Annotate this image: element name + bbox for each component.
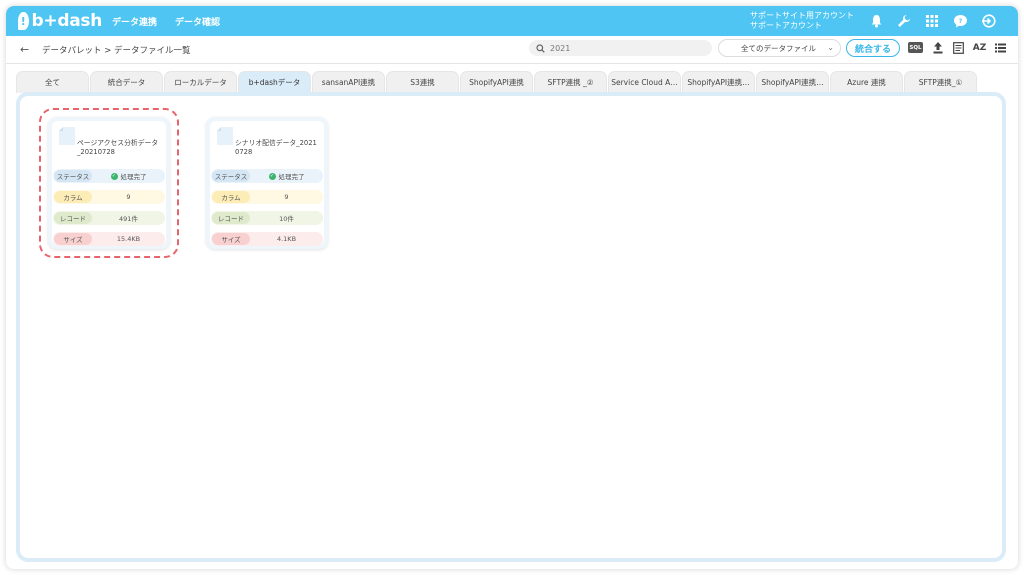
account-info[interactable]: サポートサイト用アカウント サポートアカウント bbox=[750, 11, 854, 31]
tab-azure[interactable]: Azure 連携 bbox=[830, 71, 903, 93]
file-size-row: サイズ 15.4KB bbox=[53, 232, 165, 246]
columns-value: 9 bbox=[126, 193, 131, 201]
file-size-row: サイズ 4.1KB bbox=[211, 232, 323, 246]
file-card[interactable]: ページアクセス分析データ_20210728 ステータス ✓ 処理完了 カラム 9 … bbox=[48, 117, 170, 249]
file-card-title: シナリオ配信データ_20210728 bbox=[235, 139, 317, 156]
apps-grid-icon[interactable] bbox=[924, 13, 940, 29]
search-box[interactable] bbox=[529, 40, 712, 56]
size-label: サイズ bbox=[212, 233, 250, 245]
status-label: ステータス bbox=[212, 170, 250, 182]
file-filter-value: 全てのデータファイル bbox=[741, 43, 816, 53]
support-chat-icon[interactable]: ? bbox=[952, 13, 968, 29]
document-icon bbox=[217, 127, 233, 145]
nav-data-integration[interactable]: データ連携 bbox=[112, 15, 157, 28]
file-card[interactable]: シナリオ配信データ_20210728 ステータス ✓ 処理完了 カラム 9 レコー… bbox=[206, 117, 328, 249]
tab-shopify-api-3[interactable]: ShopifyAPI連携… bbox=[756, 71, 829, 93]
size-value: 15.4KB bbox=[116, 235, 141, 243]
upload-icon[interactable] bbox=[931, 41, 944, 54]
account-user: サポートアカウント bbox=[750, 21, 822, 30]
tab-shopify-api[interactable]: ShopifyAPI連携 bbox=[460, 71, 533, 93]
logout-icon[interactable] bbox=[980, 13, 996, 29]
status-value: ✓ 処理完了 bbox=[250, 171, 323, 181]
file-columns-row: カラム 9 bbox=[53, 190, 165, 204]
tab-sansan-api[interactable]: sansanAPI連携 bbox=[312, 71, 385, 93]
file-card-body: シナリオ配信データ_20210728 bbox=[210, 121, 324, 245]
tab-all[interactable]: 全て bbox=[16, 71, 89, 93]
size-label: サイズ bbox=[54, 233, 92, 245]
file-list-panel: ページアクセス分析データ_20210728 ステータス ✓ 処理完了 カラム 9 … bbox=[16, 92, 1006, 562]
svg-text:?: ? bbox=[958, 18, 962, 25]
search-icon bbox=[536, 43, 545, 53]
status-text: 処理完了 bbox=[120, 173, 147, 181]
file-filter-select[interactable]: 全てのデータファイル ⌄ bbox=[718, 39, 841, 57]
app-window: ! b+dash データ連携 データ確認 サポートサイト用アカウント サポートア… bbox=[6, 6, 1018, 569]
account-name: サポートサイト用アカウント bbox=[750, 11, 854, 20]
tab-s3[interactable]: S3連携 bbox=[386, 71, 459, 93]
tab-sftp-2[interactable]: SFTP連携 _② bbox=[534, 71, 607, 93]
list-view-icon[interactable] bbox=[994, 41, 1007, 54]
logo-icon: ! bbox=[18, 12, 29, 30]
columns-value: 9 bbox=[284, 193, 289, 201]
document-list-icon[interactable] bbox=[952, 41, 965, 54]
file-card-body: ページアクセス分析データ_20210728 bbox=[52, 121, 166, 245]
size-value: 4.1KB bbox=[276, 235, 297, 243]
merge-button[interactable]: 統合する bbox=[846, 39, 900, 57]
status-value: ✓ 処理完了 bbox=[92, 171, 165, 181]
nav-data-review[interactable]: データ確認 bbox=[175, 15, 220, 28]
tab-merged-data[interactable]: 統合データ bbox=[90, 71, 163, 93]
file-columns-row: カラム 9 bbox=[211, 190, 323, 204]
tab-sftp-1[interactable]: SFTP連携_① bbox=[904, 71, 977, 93]
header-icons: ? bbox=[868, 13, 996, 29]
main-nav: データ連携 データ確認 bbox=[112, 15, 220, 28]
check-circle-icon: ✓ bbox=[268, 172, 276, 180]
document-icon bbox=[59, 127, 75, 145]
sub-toolbar: ← データパレット > データファイル一覧 全てのデータファイル ⌄ 統合する … bbox=[6, 36, 1018, 64]
sql-icon[interactable]: SQL bbox=[908, 42, 923, 53]
logo-text: b+dash bbox=[31, 11, 103, 31]
logo[interactable]: ! b+dash bbox=[18, 11, 102, 31]
columns-label: カラム bbox=[54, 191, 92, 203]
tab-bdash-data[interactable]: b+dashデータ bbox=[238, 71, 311, 93]
file-records-row: レコード 10件 bbox=[211, 211, 323, 225]
records-value: 10件 bbox=[279, 215, 294, 223]
search-input[interactable] bbox=[550, 43, 700, 53]
records-label: レコード bbox=[212, 212, 250, 224]
status-text: 処理完了 bbox=[278, 173, 305, 181]
data-source-tabs: 全て 統合データ ローカルデータ b+dashデータ sansanAPI連携 S… bbox=[16, 71, 978, 93]
arrow-left-icon[interactable]: ← bbox=[20, 43, 38, 56]
chevron-down-icon: ⌄ bbox=[827, 43, 834, 52]
bell-icon[interactable] bbox=[868, 13, 884, 29]
status-label: ステータス bbox=[54, 170, 92, 182]
file-card-title: ページアクセス分析データ_20210728 bbox=[77, 139, 159, 156]
sort-az-icon[interactable]: AZ bbox=[973, 41, 987, 54]
toolbar-icons: SQL AZ bbox=[908, 41, 1007, 54]
file-status-row: ステータス ✓ 処理完了 bbox=[211, 169, 323, 183]
records-label: レコード bbox=[54, 212, 92, 224]
tab-service-cloud[interactable]: Service Cloud A… bbox=[608, 71, 681, 93]
records-value: 491件 bbox=[119, 215, 138, 223]
check-circle-icon: ✓ bbox=[110, 172, 118, 180]
file-status-row: ステータス ✓ 処理完了 bbox=[53, 169, 165, 183]
columns-label: カラム bbox=[212, 191, 250, 203]
top-header: ! b+dash データ連携 データ確認 サポートサイト用アカウント サポートア… bbox=[6, 6, 1018, 36]
tab-local-data[interactable]: ローカルデータ bbox=[164, 71, 237, 93]
breadcrumb: データパレット > データファイル一覧 bbox=[42, 45, 191, 56]
file-records-row: レコード 491件 bbox=[53, 211, 165, 225]
tab-shopify-api-2[interactable]: ShopifyAPI連携… bbox=[682, 71, 755, 93]
wrench-icon[interactable] bbox=[896, 13, 912, 29]
